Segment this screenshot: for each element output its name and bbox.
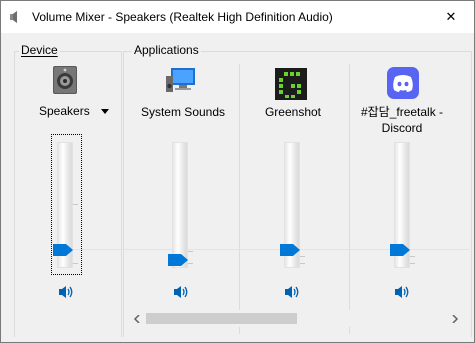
horizontal-scrollbar[interactable] (128, 310, 463, 327)
applications-group-label: Applications (132, 43, 201, 57)
discord-icon (387, 67, 419, 99)
device-mute-button[interactable] (58, 284, 74, 300)
app-name-system-sounds: System Sounds (140, 105, 226, 119)
slider-tick (188, 251, 193, 252)
close-icon: ✕ (445, 9, 457, 24)
slider-tick (410, 256, 415, 257)
scroll-left-button[interactable] (128, 310, 145, 327)
system-sounds-icon (166, 68, 195, 92)
slider-tick (73, 263, 78, 264)
speaker-device-icon (53, 66, 77, 94)
slider-tick (73, 204, 78, 205)
scrollbar-thumb[interactable] (146, 313, 297, 324)
greenshot-icon (275, 68, 307, 100)
slider-tick (410, 263, 415, 264)
device-volume-thumb[interactable] (53, 244, 73, 256)
system-sounds-volume-thumb[interactable] (168, 254, 188, 266)
slider-tick (300, 256, 305, 257)
close-button[interactable]: ✕ (428, 1, 474, 33)
discord-mute-button[interactable] (394, 284, 410, 300)
system-sounds-volume-track[interactable] (172, 142, 188, 268)
slider-tick (188, 263, 193, 264)
chevron-right-icon (451, 314, 458, 323)
speaker-title-icon (10, 11, 17, 23)
greenshot-mute-button[interactable] (284, 284, 300, 300)
chevron-left-icon (133, 314, 140, 323)
discord-volume-thumb[interactable] (390, 244, 410, 256)
chevron-down-icon[interactable] (101, 109, 109, 114)
app-name-discord: #잡담_freetalk - Discord (360, 105, 444, 135)
app-name-greenshot: Greenshot (264, 105, 322, 119)
device-name-dropdown[interactable]: Speakers (39, 104, 90, 118)
slider-tick (300, 263, 305, 264)
device-group-label: Device (19, 43, 60, 57)
greenshot-volume-thumb[interactable] (280, 244, 300, 256)
volume-mixer-window: Volume Mixer - Speakers (Realtek High De… (0, 0, 475, 343)
window-title: Volume Mixer - Speakers (Realtek High De… (32, 10, 333, 24)
scroll-right-button[interactable] (446, 310, 463, 327)
system-sounds-mute-button[interactable] (173, 284, 189, 300)
title-bar: Volume Mixer - Speakers (Realtek High De… (1, 1, 474, 33)
